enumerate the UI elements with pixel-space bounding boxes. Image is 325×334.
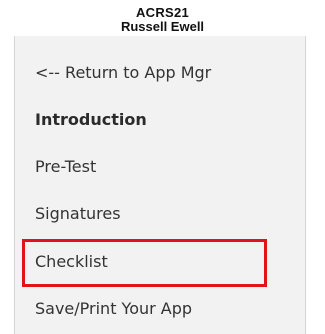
nav-item-checklist[interactable]: Checklist	[35, 244, 108, 280]
user-name: Russell Ewell	[120, 19, 205, 34]
nav-item-signatures[interactable]: Signatures	[35, 196, 121, 232]
nav-item-return-to-app-mgr[interactable]: <-- Return to App Mgr	[35, 55, 211, 91]
nav-item-pre-test[interactable]: Pre-Test	[35, 149, 96, 185]
nav-item-save-print-your-app[interactable]: Save/Print Your App	[35, 291, 192, 327]
nav-item-introduction[interactable]: Introduction	[35, 102, 147, 138]
app-header: ACRS21 Russell Ewell	[0, 0, 325, 36]
app-code: ACRS21	[135, 5, 190, 20]
sidebar-nav: <-- Return to App Mgr Introduction Pre-T…	[14, 36, 306, 334]
